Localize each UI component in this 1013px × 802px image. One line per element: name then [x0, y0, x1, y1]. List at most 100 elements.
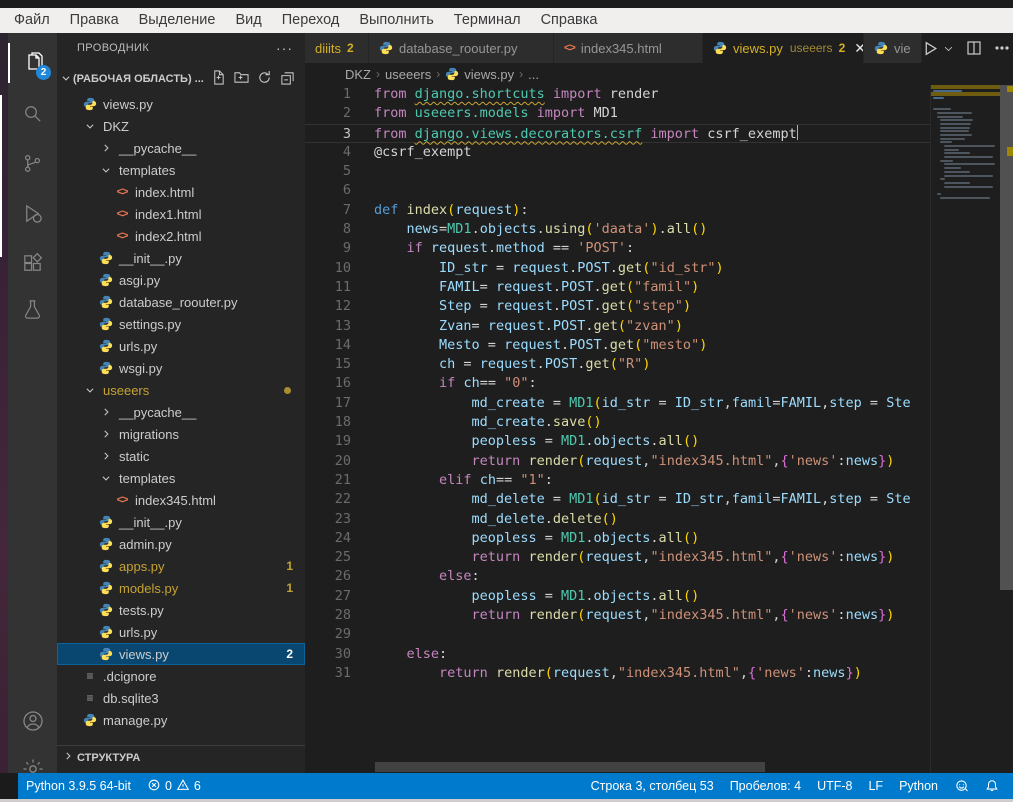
run-dropdown-chevron-icon[interactable]	[943, 43, 954, 54]
tree-file-urls.py[interactable]: urls.py	[57, 621, 305, 643]
tree-file-settings.py[interactable]: settings.py	[57, 313, 305, 335]
code-editor[interactable]: 1from django.shortcuts import render2fro…	[305, 85, 1013, 773]
code-line-26[interactable]: 26 else:	[305, 567, 1013, 586]
testing-activity-icon[interactable]	[8, 289, 57, 329]
indentation-item[interactable]: Пробелов: 4	[722, 779, 809, 793]
tree-file-asgi.py[interactable]: asgi.py	[57, 269, 305, 291]
tree-file-index1.html[interactable]: <>index1.html	[57, 203, 305, 225]
breadcrumb-item[interactable]: DKZ	[345, 67, 371, 82]
explorer-activity-icon[interactable]: 2	[8, 43, 57, 83]
tab-database_roouter.py[interactable]: database_roouter.py	[369, 33, 553, 63]
tree-file-models.py[interactable]: models.py1	[57, 577, 305, 599]
code-line-2[interactable]: 2from useeers.models import MD1	[305, 104, 1013, 123]
code-line-22[interactable]: 22 md_delete = MD1(id_str = ID_str,famil…	[305, 490, 1013, 509]
code-line-13[interactable]: 13 Zvan= request.POST.get("zvan")	[305, 317, 1013, 336]
explorer-more-icon[interactable]: ···	[276, 40, 293, 56]
encoding-item[interactable]: UTF-8	[809, 779, 860, 793]
breadcrumb-item[interactable]: useeers	[385, 67, 431, 82]
code-line-16[interactable]: 16 if ch== "0":	[305, 374, 1013, 393]
tree-folder-static[interactable]: static	[57, 445, 305, 467]
code-line-25[interactable]: 25 return render(request,"index345.html"…	[305, 548, 1013, 567]
code-line-19[interactable]: 19 peopless = MD1.objects.all()	[305, 432, 1013, 451]
outline-section-header[interactable]: СТРУКТУРА	[57, 745, 305, 769]
vertical-scrollbar[interactable]	[1000, 85, 1013, 773]
feedback-icon[interactable]	[946, 779, 977, 794]
refresh-icon[interactable]	[257, 70, 272, 88]
code-line-7[interactable]: 7def index(request):	[305, 201, 1013, 220]
breadcrumb-item[interactable]: ...	[528, 67, 539, 82]
tree-file-__init__.py[interactable]: __init__.py	[57, 247, 305, 269]
code-line-15[interactable]: 15 ch = request.POST.get("R")	[305, 355, 1013, 374]
code-line-28[interactable]: 28 return render(request,"index345.html"…	[305, 606, 1013, 625]
tree-file-views.py[interactable]: views.py	[57, 93, 305, 115]
split-editor-icon[interactable]	[966, 40, 982, 56]
menu-item-Выделение[interactable]: Выделение	[129, 8, 226, 33]
code-line-10[interactable]: 10 ID_str = request.POST.get("id_str")	[305, 259, 1013, 278]
tree-file-database_roouter.py[interactable]: database_roouter.py	[57, 291, 305, 313]
code-line-23[interactable]: 23 md_delete.delete()	[305, 510, 1013, 529]
tree-file-apps.py[interactable]: apps.py1	[57, 555, 305, 577]
tab-views.py[interactable]: views.pyuseeers2✕	[703, 33, 863, 63]
close-icon[interactable]: ✕	[854, 40, 863, 57]
cursor-position-item[interactable]: Строка 3, столбец 53	[583, 779, 722, 793]
code-line-20[interactable]: 20 return render(request,"index345.html"…	[305, 452, 1013, 471]
tree-file-admin.py[interactable]: admin.py	[57, 533, 305, 555]
code-line-31[interactable]: 31 return render(request,"index345.html"…	[305, 664, 1013, 683]
menu-item-Правка[interactable]: Правка	[60, 8, 129, 33]
tree-file-index.html[interactable]: <>index.html	[57, 181, 305, 203]
tree-folder-__pycache__[interactable]: __pycache__	[57, 137, 305, 159]
breadcrumb-item[interactable]: views.py	[464, 67, 514, 82]
tree-file-views.py[interactable]: views.py2	[57, 643, 305, 665]
scm-activity-icon[interactable]	[8, 143, 57, 183]
tree-file-manage.py[interactable]: manage.py	[57, 709, 305, 731]
code-line-18[interactable]: 18 md_create.save()	[305, 413, 1013, 432]
new-file-icon[interactable]	[211, 70, 226, 88]
code-line-27[interactable]: 27 peopless = MD1.objects.all()	[305, 587, 1013, 606]
minimap[interactable]	[930, 85, 1000, 773]
collapse-all-icon[interactable]	[280, 70, 295, 88]
more-actions-icon[interactable]	[994, 40, 1010, 56]
code-line-24[interactable]: 24 peopless = MD1.objects.all()	[305, 529, 1013, 548]
python-interpreter-item[interactable]: Python 3.9.5 64-bit	[18, 773, 139, 799]
problems-item[interactable]: 0 6	[139, 773, 209, 799]
account-activity-icon[interactable]	[8, 701, 57, 741]
code-line-17[interactable]: 17 md_create = MD1(id_str = ID_str,famil…	[305, 394, 1013, 413]
workspace-section-header[interactable]: (РАБОЧАЯ ОБЛАСТЬ) ...	[57, 67, 305, 91]
menu-item-Вид[interactable]: Вид	[225, 8, 271, 33]
eol-item[interactable]: LF	[860, 779, 891, 793]
menu-item-Терминал[interactable]: Терминал	[444, 8, 531, 33]
debug-activity-icon[interactable]	[8, 193, 57, 233]
tree-folder-migrations[interactable]: migrations	[57, 423, 305, 445]
tree-file-wsgi.py[interactable]: wsgi.py	[57, 357, 305, 379]
tree-file-__init__.py[interactable]: __init__.py	[57, 511, 305, 533]
search-activity-icon[interactable]	[8, 93, 57, 133]
menu-item-Файл[interactable]: Файл	[4, 8, 60, 33]
code-line-4[interactable]: 4@csrf_exempt	[305, 143, 1013, 162]
tab-vie[interactable]: vie	[864, 33, 921, 63]
tree-folder-templates[interactable]: templates	[57, 467, 305, 489]
tree-folder-useeers[interactable]: useeers	[57, 379, 305, 401]
breadcrumb[interactable]: DKZ›useeers›views.py›...	[305, 63, 1013, 85]
code-line-29[interactable]: 29	[305, 625, 1013, 644]
tree-folder-DKZ[interactable]: DKZ	[57, 115, 305, 137]
code-line-8[interactable]: 8 news=MD1.objects.using('daata').all()	[305, 220, 1013, 239]
tab-index345.html[interactable]: <>index345.html	[554, 33, 702, 63]
code-line-1[interactable]: 1from django.shortcuts import render	[305, 85, 1013, 104]
tree-file-tests.py[interactable]: tests.py	[57, 599, 305, 621]
menu-item-Выполнить[interactable]: Выполнить	[349, 8, 443, 33]
run-button[interactable]	[922, 40, 939, 57]
tree-file-db.sqlite3[interactable]: ≡db.sqlite3	[57, 687, 305, 709]
code-line-30[interactable]: 30 else:	[305, 645, 1013, 664]
tree-file-.dcignore[interactable]: ≡.dcignore	[57, 665, 305, 687]
notifications-bell-icon[interactable]	[977, 779, 1007, 793]
horizontal-scrollbar-thumb[interactable]	[375, 762, 765, 772]
code-line-11[interactable]: 11 FAMIL= request.POST.get("famil")	[305, 278, 1013, 297]
extensions-activity-icon[interactable]	[8, 243, 57, 283]
tree-file-urls.py[interactable]: urls.py	[57, 335, 305, 357]
code-line-3[interactable]: 3from django.views.decorators.csrf impor…	[305, 124, 1013, 143]
tree-folder-templates[interactable]: templates	[57, 159, 305, 181]
code-line-5[interactable]: 5	[305, 162, 1013, 181]
code-line-21[interactable]: 21 elif ch== "1":	[305, 471, 1013, 490]
menu-item-Переход[interactable]: Переход	[272, 8, 350, 33]
vertical-scrollbar-thumb[interactable]	[1000, 85, 1013, 590]
